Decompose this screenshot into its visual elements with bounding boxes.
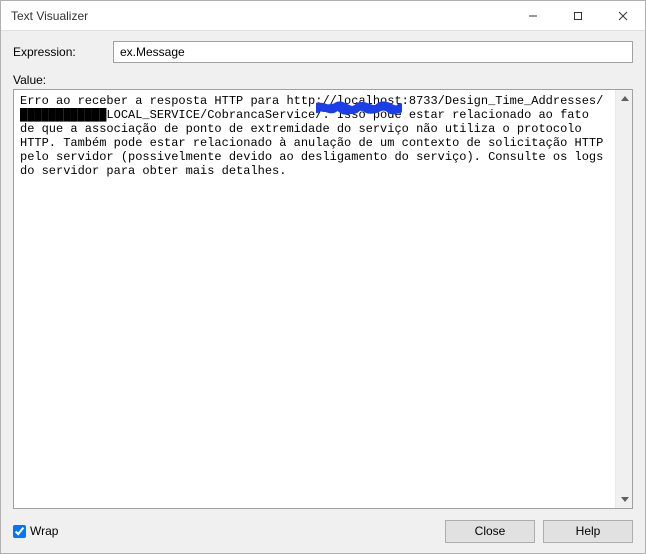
maximize-icon xyxy=(573,11,583,21)
window-controls xyxy=(510,1,645,30)
scroll-down-arrow[interactable] xyxy=(616,491,633,508)
maximize-button[interactable] xyxy=(555,1,600,30)
minimize-button[interactable] xyxy=(510,1,555,30)
value-label: Value: xyxy=(13,73,633,87)
vertical-scrollbar[interactable] xyxy=(615,90,632,508)
wrap-checkbox[interactable] xyxy=(13,525,26,538)
window-title: Text Visualizer xyxy=(1,9,510,23)
text-visualizer-window: Text Visualizer Expression: Value: xyxy=(0,0,646,554)
close-icon xyxy=(618,11,628,21)
titlebar: Text Visualizer xyxy=(1,1,645,31)
wrap-checkbox-label: Wrap xyxy=(30,524,58,538)
expression-row: Expression: xyxy=(13,41,633,63)
value-textarea[interactable] xyxy=(14,90,615,508)
help-button[interactable]: Help xyxy=(543,520,633,543)
wrap-checkbox-group[interactable]: Wrap xyxy=(13,524,58,538)
value-area xyxy=(13,89,633,509)
minimize-icon xyxy=(528,11,538,21)
scroll-up-arrow[interactable] xyxy=(616,90,633,107)
chevron-up-icon xyxy=(621,96,629,101)
close-window-button[interactable] xyxy=(600,1,645,30)
expression-label: Expression: xyxy=(13,45,113,59)
expression-input[interactable] xyxy=(113,41,633,63)
close-button[interactable]: Close xyxy=(445,520,535,543)
dialog-content: Expression: Value: Wrap xyxy=(1,31,645,553)
chevron-down-icon xyxy=(621,497,629,502)
dialog-footer: Wrap Close Help xyxy=(13,519,633,543)
